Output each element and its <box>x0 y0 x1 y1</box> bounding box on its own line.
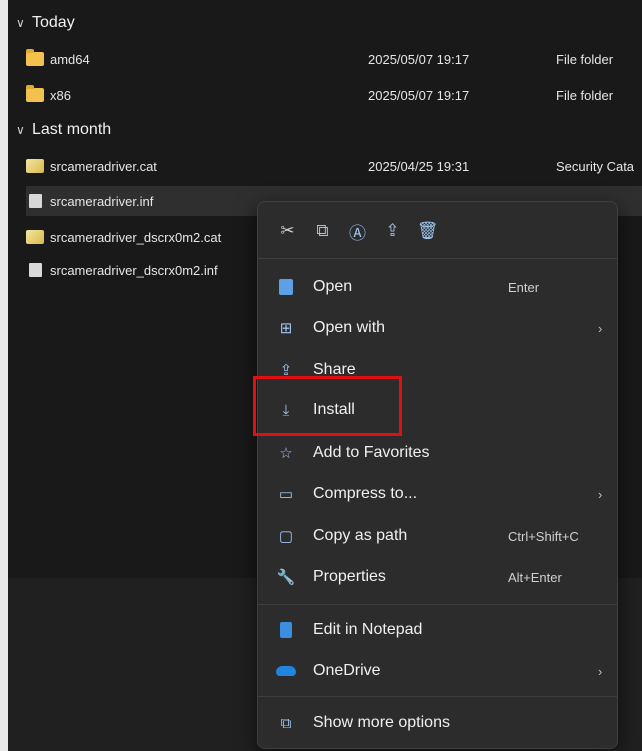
chevron-down-icon: ∨ <box>16 123 25 137</box>
menu-item-show-more-options[interactable]: ⧉ Show more options <box>263 705 612 741</box>
menu-item-edit-in-notepad[interactable]: Edit in Notepad <box>263 612 612 648</box>
menu-item-label: Add to Favorites <box>313 444 430 461</box>
rename-icon[interactable]: Ⓐ <box>340 216 375 246</box>
chevron-down-icon: ∨ <box>16 16 25 30</box>
more-options-icon: ⧉ <box>280 714 292 732</box>
menu-item-label: Open <box>313 278 353 295</box>
group-header-last-month[interactable]: ∨ Last month <box>16 117 111 143</box>
file-date: 2025/05/07 19:17 <box>368 51 470 67</box>
menu-item-onedrive[interactable]: OneDrive › <box>263 653 612 689</box>
window-edge <box>0 0 8 751</box>
menu-separator <box>258 258 617 259</box>
file-type: File folder <box>556 51 614 67</box>
menu-separator <box>258 696 617 697</box>
file-name: x86 <box>50 87 71 103</box>
chevron-right-icon: › <box>598 663 603 679</box>
menu-item-label: Show more options <box>313 714 450 731</box>
menu-item-label: Properties <box>313 568 386 585</box>
menu-item-label: Compress to... <box>313 485 418 502</box>
install-highlight-box <box>253 376 402 436</box>
notepad-icon <box>276 620 296 640</box>
file-row[interactable]: amd64 2025/05/07 19:17 File folder <box>26 44 642 74</box>
copy-icon[interactable]: ⧉ <box>305 216 340 246</box>
properties-icon: 🔧 <box>276 569 296 586</box>
menu-item-label: OneDrive <box>313 662 381 679</box>
menu-item-shortcut: Enter <box>508 279 540 295</box>
group-header-label: Today <box>32 14 75 31</box>
menu-item-properties[interactable]: 🔧 Properties Alt+Enter <box>263 559 612 595</box>
setup-info-icon <box>29 194 42 208</box>
menu-item-open-with[interactable]: ⊞ Open with › <box>263 310 612 346</box>
menu-item-label: Open with <box>313 319 386 336</box>
setup-info-icon <box>29 263 42 277</box>
folder-icon <box>26 85 44 102</box>
chevron-right-icon: › <box>598 320 603 336</box>
delete-icon[interactable]: 🗑 <box>410 216 445 246</box>
menu-item-label: Copy as path <box>313 527 408 544</box>
share-icon[interactable]: ⇪ <box>375 216 410 246</box>
group-header-label: Last month <box>32 121 112 138</box>
folder-icon <box>26 49 44 66</box>
star-icon: ☆ <box>279 445 293 462</box>
file-row[interactable]: x86 2025/05/07 19:17 File folder <box>26 80 642 110</box>
cut-icon[interactable]: ✂ <box>270 216 305 246</box>
open-icon <box>276 277 296 297</box>
file-name: amd64 <box>50 51 90 67</box>
context-menu: ✂ ⧉ Ⓐ ⇪ 🗑 Open Enter ⊞ Open with › ⇪ Sha… <box>257 201 618 749</box>
menu-item-compress[interactable]: ▭ Compress to... › <box>263 476 612 512</box>
file-name: srcameradriver.cat <box>50 158 157 174</box>
menu-item-shortcut: Alt+Enter <box>508 569 562 585</box>
copy-path-icon: ▢ <box>278 528 294 545</box>
menu-item-add-to-favorites[interactable]: ☆ Add to Favorites <box>263 435 612 471</box>
open-with-icon: ⊞ <box>279 320 293 337</box>
chevron-right-icon: › <box>598 486 603 502</box>
menu-item-copy-as-path[interactable]: ▢ Copy as path Ctrl+Shift+C <box>263 518 612 554</box>
menu-item-shortcut: Ctrl+Shift+C <box>508 528 579 544</box>
group-header-today[interactable]: ∨ Today <box>16 10 75 36</box>
quick-actions-bar: ✂ ⧉ Ⓐ ⇪ 🗑 <box>270 216 445 246</box>
menu-item-label: Edit in Notepad <box>313 621 423 638</box>
security-catalog-icon <box>26 159 44 173</box>
onedrive-icon <box>276 661 296 681</box>
menu-item-open[interactable]: Open Enter <box>263 269 612 305</box>
file-type: File folder <box>556 87 614 103</box>
file-row[interactable]: srcameradriver.cat 2025/04/25 19:31 Secu… <box>26 151 642 181</box>
security-catalog-icon <box>26 230 44 244</box>
compress-icon: ▭ <box>278 486 294 503</box>
file-date: 2025/04/25 19:31 <box>368 158 470 174</box>
file-type: Security Cata <box>556 158 635 174</box>
menu-separator <box>258 604 617 605</box>
file-date: 2025/05/07 19:17 <box>368 87 470 103</box>
